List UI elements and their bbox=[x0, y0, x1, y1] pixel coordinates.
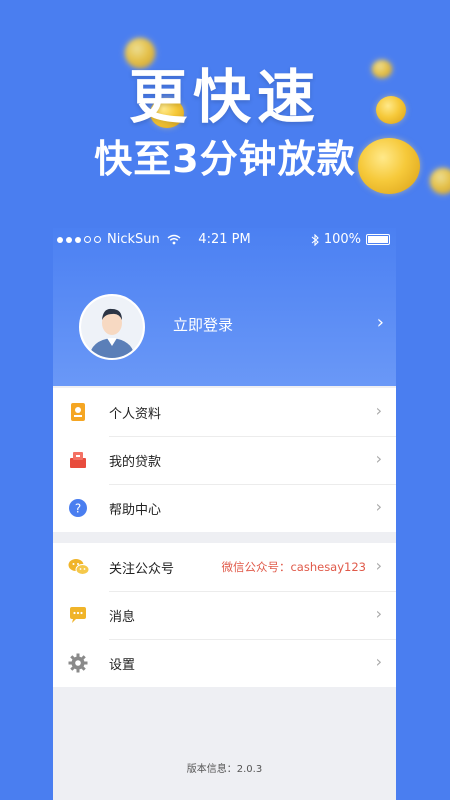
profile-card-icon bbox=[71, 403, 85, 421]
bluetooth-icon bbox=[311, 233, 319, 246]
menu-item-label: 设置 bbox=[109, 658, 136, 673]
status-bar: NickSun 4:21 PM 100% bbox=[53, 228, 396, 250]
chevron-right-icon: › bbox=[375, 401, 382, 420]
banner-subtitle: 快至3分钟放款 bbox=[94, 137, 356, 181]
avatar[interactable] bbox=[79, 294, 145, 360]
user-avatar-icon bbox=[81, 296, 143, 358]
menu-item-settings[interactable]: 设置 › bbox=[53, 639, 396, 687]
message-icon bbox=[70, 607, 86, 623]
chevron-right-icon: › bbox=[375, 556, 382, 575]
phone-screen: NickSun 4:21 PM 100% 立即登录 › 个人资料 › 我的贷款 … bbox=[53, 228, 396, 800]
svg-text:?: ? bbox=[75, 502, 81, 516]
loan-icon bbox=[70, 452, 86, 468]
app-version: 版本信息：2.0.3 bbox=[186, 764, 263, 775]
settings-icon bbox=[68, 653, 88, 673]
menu-item-label: 消息 bbox=[109, 610, 136, 625]
menu-group-account: 个人资料 › 我的贷款 › ? 帮助中心 › bbox=[53, 388, 396, 532]
menu-item-help-center[interactable]: ? 帮助中心 › bbox=[53, 484, 396, 532]
menu-group-other: 关注公众号 微信公众号：cashesay123 › 消息 › 设置 › bbox=[53, 543, 396, 687]
login-link[interactable]: 立即登录 bbox=[173, 314, 233, 335]
banner-title: 更快速 bbox=[128, 63, 321, 131]
chevron-right-icon: › bbox=[375, 449, 382, 468]
battery-icon bbox=[366, 234, 390, 245]
chevron-right-icon: › bbox=[375, 604, 382, 623]
menu-item-my-loans[interactable]: 我的贷款 › bbox=[53, 436, 396, 484]
wechat-account-id: 微信公众号：cashesay123 bbox=[221, 560, 366, 574]
menu-item-profile[interactable]: 个人资料 › bbox=[53, 388, 396, 436]
wechat-icon bbox=[68, 559, 90, 575]
menu-item-label: 关注公众号 bbox=[109, 562, 175, 577]
chevron-right-icon: › bbox=[375, 652, 382, 671]
menu-item-messages[interactable]: 消息 › bbox=[53, 591, 396, 639]
menu-item-label: 个人资料 bbox=[109, 407, 162, 422]
profile-header: NickSun 4:21 PM 100% 立即登录 › bbox=[53, 228, 396, 386]
help-icon: ? bbox=[69, 499, 87, 517]
menu-item-follow-account[interactable]: 关注公众号 微信公众号：cashesay123 › bbox=[53, 543, 396, 591]
battery-percent: 100% bbox=[323, 232, 361, 247]
menu-item-label: 我的贷款 bbox=[109, 455, 162, 470]
chevron-right-icon: › bbox=[375, 497, 382, 516]
menu-item-label: 帮助中心 bbox=[109, 503, 162, 518]
chevron-right-icon[interactable]: › bbox=[377, 312, 384, 333]
